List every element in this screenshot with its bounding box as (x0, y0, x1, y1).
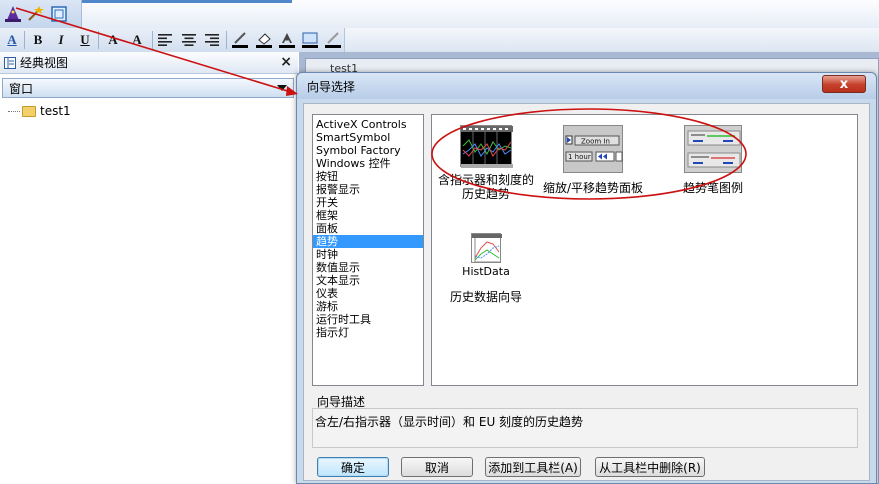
category-item[interactable]: 时钟 (313, 248, 423, 261)
font-button[interactable]: A (2, 31, 22, 49)
bold-button[interactable]: B (28, 31, 48, 49)
shrink-font-button[interactable]: A (127, 31, 147, 49)
description-box: 含左/右指示器（显示时间）和 EU 刻度的历史趋势 (312, 408, 858, 448)
category-item[interactable]: 运行时工具 (313, 313, 423, 326)
legend-icon (687, 130, 741, 168)
align-right-icon[interactable] (203, 31, 221, 49)
wizard-item-pen-legend[interactable]: 趋势笔图例 (658, 125, 768, 196)
pen-legend-thumbnail (684, 125, 742, 173)
category-item[interactable]: 趋势 (313, 235, 423, 248)
align-center-icon[interactable] (180, 31, 198, 49)
text-color-icon[interactable] (278, 31, 296, 49)
wizard-item-label: 趋势笔图例 (682, 181, 743, 195)
align-left-icon[interactable] (156, 31, 174, 49)
line-color-icon[interactable] (231, 31, 249, 49)
tree-item-label: test1 (40, 104, 71, 118)
italic-button[interactable]: I (51, 31, 71, 49)
background-color-icon[interactable] (301, 31, 319, 49)
category-item[interactable]: ActiveX Controls (313, 118, 423, 131)
category-item[interactable]: SmartSymbol (313, 131, 423, 144)
wizard-item-label: 缩放/平移趋势面板 (542, 181, 644, 195)
dialog-close-button[interactable]: x (822, 75, 866, 93)
folder-icon (22, 105, 36, 117)
category-item[interactable]: 面板 (313, 222, 423, 235)
panel-close-button[interactable]: × (280, 54, 292, 70)
fill-color-icon[interactable] (255, 31, 273, 49)
category-item[interactable]: 框架 (313, 209, 423, 222)
title-accent-bar (82, 0, 292, 3)
dialog-title: 向导选择 (307, 79, 356, 94)
add-to-toolbar-button[interactable]: 添加到工具栏(A) (485, 457, 581, 477)
panel-title: 经典视图 (20, 56, 69, 70)
format-toolbar: A B I U A A (0, 28, 879, 52)
dialog-body: ActiveX Controls SmartSymbol Symbol Factor… (303, 103, 870, 481)
toolbar-separator (152, 31, 153, 49)
category-item[interactable]: 文本显示 (313, 274, 423, 287)
category-item[interactable]: 仪表 (313, 287, 423, 300)
wizard-item-zoom-pan-panel[interactable]: Zoom In 1 hour 缩放/平移趋势面板 (538, 125, 648, 196)
tree-connector (8, 110, 20, 112)
toolbar-separator (98, 31, 99, 49)
histdata-chart-icon (472, 234, 502, 263)
edge-color-icon[interactable] (324, 31, 342, 49)
window-select-value: 窗口 (9, 81, 34, 96)
wizard-item-histdata[interactable]: HistData 历史数据向导 (436, 233, 536, 305)
wizard-hat-icon[interactable] (4, 5, 22, 23)
zoom-in-thumb-label: Zoom In (581, 138, 610, 146)
wizard-panel: 含指示器和刻度的 历史趋势 Zoom In 1 hour 缩放/平移趋势面板 趋… (431, 114, 858, 386)
category-item[interactable]: 游标 (313, 300, 423, 313)
category-item[interactable]: Windows 控件 (313, 157, 423, 170)
histdata-thumbnail (471, 233, 502, 263)
category-item[interactable]: 开关 (313, 196, 423, 209)
zoom-pan-thumbnail: Zoom In 1 hour (563, 125, 623, 173)
toolbar-separator (24, 31, 25, 49)
underline-button[interactable]: U (75, 31, 95, 49)
wizard-item-label: 历史数据向导 (449, 290, 522, 304)
hour-thumb-label: 1 hour (568, 153, 591, 161)
wizard-item-history-trend[interactable]: 含指示器和刻度的 历史趋势 (436, 125, 536, 201)
category-item[interactable]: 报警显示 (313, 183, 423, 196)
top-toolbar (0, 0, 879, 28)
ok-button[interactable]: 确定 (317, 457, 389, 477)
tree-item-test1[interactable]: test1 (8, 104, 71, 118)
category-list[interactable]: ActiveX Controls SmartSymbol Symbol Factor… (312, 114, 424, 386)
category-item[interactable]: 指示灯 (313, 326, 423, 339)
histdata-caption: HistData (462, 265, 510, 278)
panel-header: 经典视图 × (0, 52, 298, 74)
window-select[interactable]: 窗口 (2, 78, 294, 98)
cancel-button[interactable]: 取消 (401, 457, 473, 477)
history-trend-thumbnail (460, 125, 513, 168)
category-item[interactable]: Symbol Factory (313, 144, 423, 157)
category-item[interactable]: 按钮 (313, 170, 423, 183)
category-item[interactable]: 数值显示 (313, 261, 423, 274)
view-icon (4, 56, 16, 69)
chevron-down-icon[interactable] (277, 85, 287, 91)
zoom-panel-icon: Zoom In 1 hour (565, 135, 623, 162)
grow-font-button[interactable]: A (103, 31, 123, 49)
frame-icon[interactable] (50, 5, 68, 23)
classic-view-panel: 经典视图 × 窗口 test1 (0, 52, 298, 484)
wizard-dialog: 向导选择 x ActiveX Controls SmartSymbol Symbol… (296, 72, 877, 484)
dialog-title-bar: 向导选择 x (297, 73, 876, 99)
toolbar-separator (226, 31, 227, 49)
trend-chart-icon (461, 126, 513, 168)
magic-wand-icon[interactable] (26, 5, 44, 23)
wizard-item-label: 含指示器和刻度的 历史趋势 (437, 173, 534, 201)
remove-from-toolbar-button[interactable]: 从工具栏中删除(R) (595, 457, 705, 477)
